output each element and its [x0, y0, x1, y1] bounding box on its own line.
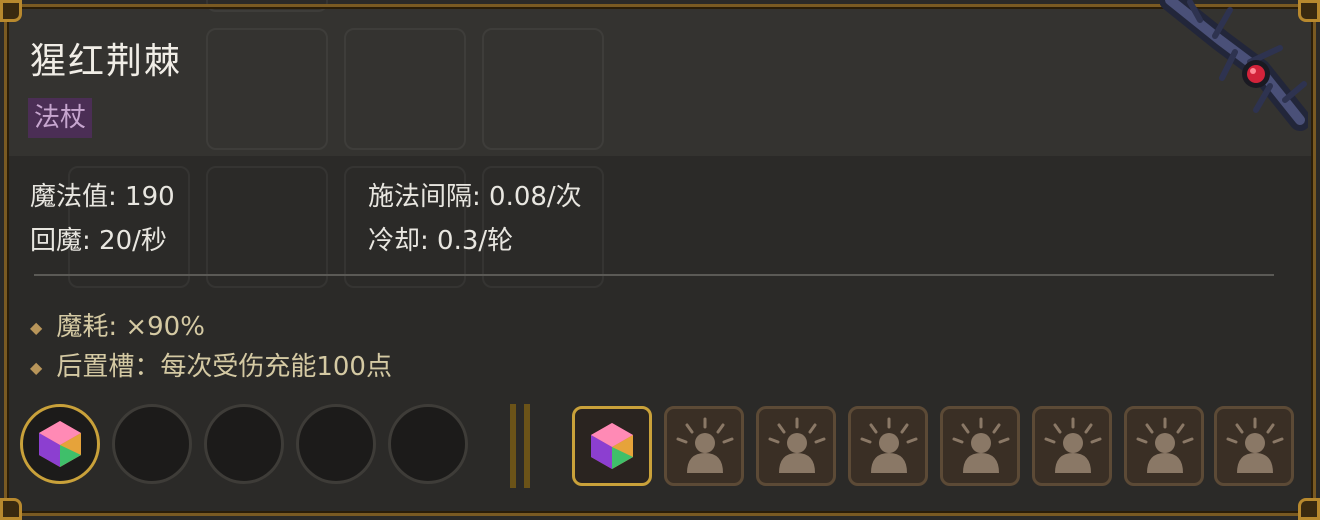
square-slot-8[interactable] [1214, 406, 1294, 486]
square-slot-7[interactable] [1124, 406, 1204, 486]
stat-mana: 魔法值: 190 [30, 182, 175, 212]
effect-text: 魔耗: ×90% [56, 312, 205, 342]
frame-corner-ornament [0, 498, 22, 520]
locked-slot-icon [952, 417, 1010, 473]
effect-line: ◆ 后置槽：每次受伤充能100点 [30, 346, 392, 383]
frame-corner-ornament [0, 0, 22, 22]
item-type-badge: 法杖 [28, 98, 93, 138]
round-slot-3[interactable] [204, 404, 284, 484]
stat-cooldown: 冷却: 0.3/轮 [368, 226, 514, 256]
effect-line: ◆ 魔耗: ×90% [30, 306, 205, 343]
square-slot-5[interactable] [940, 406, 1020, 486]
round-slot-1[interactable] [20, 404, 100, 484]
round-slot-4[interactable] [296, 404, 376, 484]
gem-icon [39, 421, 81, 467]
square-slot-1[interactable] [572, 406, 652, 486]
bullet-diamond-icon: ◆ [30, 318, 43, 337]
square-slot-6[interactable] [1032, 406, 1112, 486]
item-tooltip-panel: 猩红荆棘 法杖 魔法值: 190 回魔: 20/秒 施法间隔: 0.08/次 冷… [0, 0, 1320, 520]
bullet-diamond-icon: ◆ [30, 358, 43, 377]
item-name: 猩红荆棘 [30, 41, 183, 82]
locked-slot-icon [1226, 417, 1284, 473]
frame-corner-ornament [1298, 498, 1320, 520]
tooltip-frame [4, 4, 1316, 516]
locked-slot-icon [1044, 417, 1102, 473]
square-slot-4[interactable] [848, 406, 928, 486]
slot-separator [510, 404, 516, 488]
square-slot-2[interactable] [664, 406, 744, 486]
staff-icon [1160, 0, 1308, 131]
round-slot-5[interactable] [388, 404, 468, 484]
gem-icon [591, 423, 633, 469]
round-slot-2[interactable] [112, 404, 192, 484]
stat-mana-regen: 回魔: 20/秒 [30, 226, 167, 256]
stat-cast-interval: 施法间隔: 0.08/次 [368, 182, 582, 212]
locked-slot-icon [860, 417, 918, 473]
slot-separator [524, 404, 530, 488]
square-slot-3[interactable] [756, 406, 836, 486]
effect-text: 后置槽：每次受伤充能100点 [56, 352, 392, 382]
locked-slot-icon [1136, 417, 1194, 473]
section-divider [34, 274, 1274, 276]
locked-slot-icon [768, 417, 826, 473]
locked-slot-icon [676, 417, 734, 473]
